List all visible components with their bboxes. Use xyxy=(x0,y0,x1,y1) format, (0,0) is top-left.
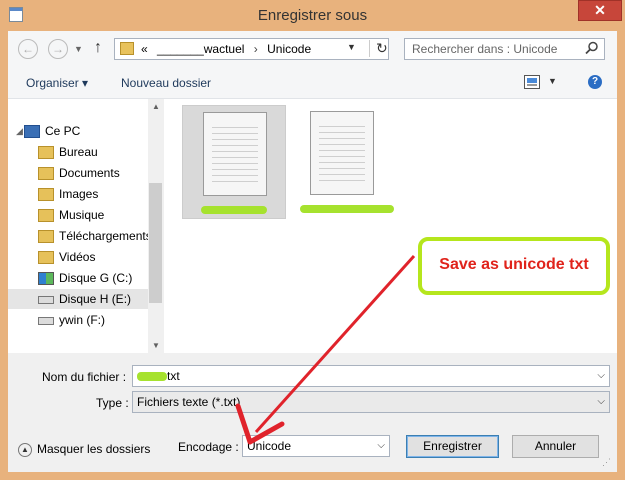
folder-icon xyxy=(38,188,54,202)
filename-label: Nom du fichier : xyxy=(42,370,127,384)
folder-icon xyxy=(38,251,54,265)
computer-icon xyxy=(24,125,40,139)
sidebar-item-documents[interactable]: Documents xyxy=(38,163,120,183)
redacted-file-name xyxy=(201,206,267,214)
chevron-down-icon[interactable]: ⌵ xyxy=(597,366,605,386)
save-as-dialog: Enregistrer sous ✕ ← → ▼ ↑ « _______wact… xyxy=(0,0,625,480)
path-dropdown-button[interactable]: ▼ xyxy=(347,42,356,52)
scroll-up-icon[interactable]: ▲ xyxy=(152,102,160,111)
text-document-icon xyxy=(310,111,374,195)
file-list xyxy=(164,99,617,353)
sidebar-item-label: Vidéos xyxy=(59,250,96,264)
annotation-callout: Save as unicode txt xyxy=(418,237,610,295)
chevron-down-icon[interactable]: ⌵ xyxy=(377,436,385,456)
breadcrumb-current[interactable]: Unicode xyxy=(267,42,311,56)
resize-grip-icon[interactable]: ⋰ xyxy=(602,457,611,468)
filename-field[interactable]: txt ⌵ xyxy=(132,365,610,387)
new-folder-button[interactable]: Nouveau dossier xyxy=(121,76,211,90)
text-document-icon xyxy=(203,112,267,196)
sidebar-item-label: Disque H (E:) xyxy=(59,292,132,306)
redacted-file-name xyxy=(300,205,394,213)
view-options-dropdown[interactable]: ▼ xyxy=(548,76,557,86)
refresh-button[interactable]: ↻ xyxy=(369,40,388,57)
sidebar-item-videos[interactable]: Vidéos xyxy=(38,247,95,267)
sidebar-item-label: Bureau xyxy=(59,145,98,159)
chevron-down-icon: ▼ xyxy=(548,76,557,86)
breadcrumb: « _______wactuel › Unicode xyxy=(141,42,311,56)
refresh-icon: ↻ xyxy=(376,40,388,56)
sidebar-item-musique[interactable]: Musique xyxy=(38,205,104,225)
chevron-down-icon[interactable]: ⌵ xyxy=(597,392,605,412)
type-label: Type : xyxy=(96,396,129,410)
window-title: Enregistrer sous xyxy=(257,7,368,24)
type-select[interactable]: Fichiers texte (*.txt) ⌵ xyxy=(132,391,610,413)
sidebar-item-label: Disque G (C:) xyxy=(59,271,133,285)
encoding-select[interactable]: Unicode ⌵ xyxy=(242,435,390,457)
drive-icon xyxy=(38,316,54,325)
encoding-label: Encodage : xyxy=(178,440,239,454)
file-item[interactable] xyxy=(182,105,286,219)
sidebar-item-label: Musique xyxy=(59,208,105,222)
sidebar-item-bureau[interactable]: Bureau xyxy=(38,142,98,162)
change-view-icon[interactable] xyxy=(524,75,540,89)
folder-icon xyxy=(38,209,54,223)
windows-drive-icon xyxy=(38,272,54,286)
navigation-scrollbar[interactable]: ▲ ▼ xyxy=(148,99,164,353)
breadcrumb-parent[interactable]: _______wactuel xyxy=(157,42,244,56)
folder-icon xyxy=(120,42,134,55)
back-arrow-icon: ← xyxy=(22,42,34,56)
callout-text: Save as unicode txt xyxy=(439,256,589,273)
close-button[interactable]: ✕ xyxy=(578,0,622,21)
search-placeholder: Rechercher dans : Unicode xyxy=(412,42,558,56)
search-icon xyxy=(585,41,598,55)
sidebar-item-telechargements[interactable]: Téléchargements xyxy=(38,226,152,246)
hide-folders-button[interactable]: ▲ Masquer les dossiers xyxy=(18,442,150,457)
sidebar-item-images[interactable]: Images xyxy=(38,184,98,204)
sidebar-item-label: Téléchargements xyxy=(59,229,152,243)
sidebar-item-ywin[interactable]: ywin (F:) xyxy=(38,310,105,330)
recent-locations-dropdown[interactable]: ▼ xyxy=(74,44,83,54)
scroll-down-icon[interactable]: ▼ xyxy=(152,341,160,350)
redacted-filename-part xyxy=(137,372,167,382)
up-button[interactable]: ↑ xyxy=(94,39,102,57)
sidebar-item-label: ywin (F:) xyxy=(59,313,105,327)
search-input[interactable]: Rechercher dans : Unicode xyxy=(404,38,605,60)
sidebar-item-disque-g[interactable]: Disque G (C:) xyxy=(38,268,132,288)
sidebar-item-label: Ce PC xyxy=(45,124,81,138)
chevron-down-icon: ▼ xyxy=(74,44,83,54)
navigation-pane: ◢ Ce PC Bureau Documents Images Musique … xyxy=(8,99,164,353)
expand-arrow-icon[interactable]: ◢ xyxy=(16,121,23,141)
scrollbar-thumb[interactable] xyxy=(149,183,162,303)
sidebar-item-label: Documents xyxy=(59,166,120,180)
save-options-panel: Nom du fichier : txt ⌵ Type : Fichiers t… xyxy=(8,353,617,472)
folder-icon xyxy=(38,167,54,181)
save-button[interactable]: Enregistrer xyxy=(406,435,499,458)
forward-button[interactable]: → xyxy=(48,39,68,59)
folder-icon xyxy=(38,146,54,160)
sidebar-item-ce-pc[interactable]: ◢ Ce PC xyxy=(16,121,81,141)
drive-icon xyxy=(38,295,54,304)
hide-folders-label: Masquer les dossiers xyxy=(37,442,151,456)
chevron-down-icon: ▼ xyxy=(347,42,356,52)
address-bar: ← → ▼ ↑ « _______wactuel › Unicode ▼ ↻ R… xyxy=(8,31,617,67)
filename-value: txt xyxy=(167,369,180,383)
file-item[interactable] xyxy=(290,105,394,219)
path-breadcrumb[interactable]: « _______wactuel › Unicode ▼ ↻ xyxy=(114,38,389,60)
cancel-button[interactable]: Annuler xyxy=(512,435,599,458)
organise-button[interactable]: Organiser ▾ xyxy=(26,76,88,90)
title-bar[interactable]: Enregistrer sous ✕ xyxy=(0,0,625,31)
type-value: Fichiers texte (*.txt) xyxy=(137,395,241,409)
back-button[interactable]: ← xyxy=(18,39,38,59)
command-bar: Organiser ▾ Nouveau dossier ▼ ? xyxy=(8,67,617,99)
up-arrow-icon: ↑ xyxy=(94,39,102,56)
breadcrumb-separator[interactable]: › xyxy=(254,42,258,56)
collapse-up-icon: ▲ xyxy=(18,442,32,457)
breadcrumb-overflow[interactable]: « xyxy=(141,42,148,56)
help-icon[interactable]: ? xyxy=(588,75,602,89)
encoding-value: Unicode xyxy=(247,439,292,453)
folder-icon xyxy=(38,230,54,244)
sidebar-item-disque-h[interactable]: Disque H (E:) xyxy=(8,289,156,309)
sidebar-item-label: Images xyxy=(59,187,99,201)
forward-arrow-icon: → xyxy=(52,42,64,56)
